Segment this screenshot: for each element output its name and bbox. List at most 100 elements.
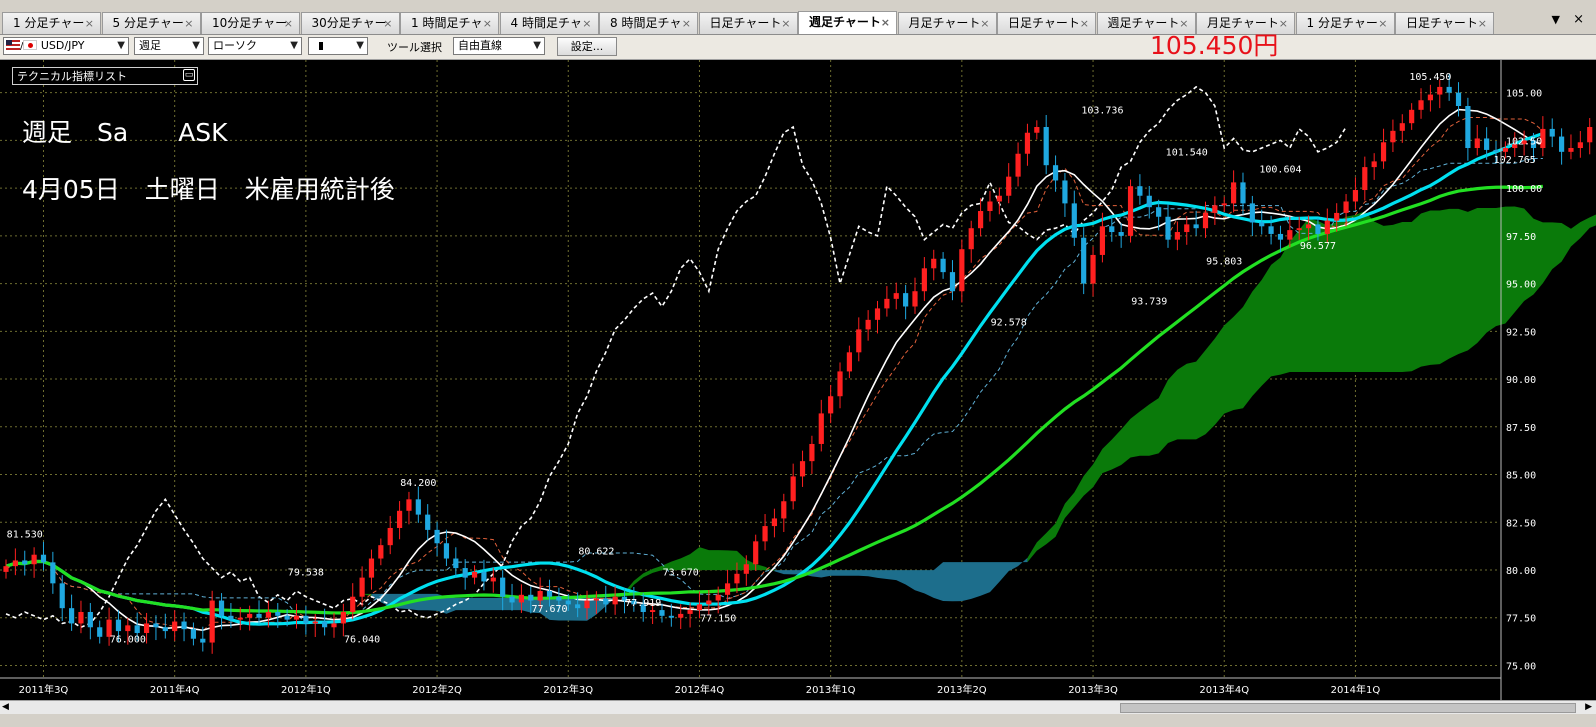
- candle-body: [1305, 224, 1312, 229]
- candle-body: [125, 625, 131, 632]
- candle-body: [1090, 254, 1096, 284]
- y-tick-label: 92.50: [1506, 327, 1536, 338]
- candle-body: [856, 329, 862, 353]
- candle-body: [1484, 138, 1490, 150]
- candle-body: [1493, 149, 1499, 152]
- price-label: 84.200: [400, 478, 436, 489]
- candle-type-select[interactable]: ▼: [308, 37, 368, 55]
- settings-button[interactable]: 設定...: [557, 37, 617, 56]
- candle-body: [1240, 182, 1246, 204]
- candle-body: [1071, 203, 1077, 238]
- tab-3[interactable]: 30分足チャー ×: [300, 12, 400, 34]
- candle-body: [668, 615, 674, 618]
- candle-body: [546, 590, 553, 597]
- close-icon[interactable]: ×: [980, 13, 989, 34]
- candle-body: [828, 396, 834, 414]
- candle-body: [846, 352, 852, 372]
- price-label: 101.540: [1166, 147, 1208, 158]
- tab-7[interactable]: 日足チャート ×: [698, 12, 798, 34]
- candle-body: [1259, 222, 1265, 227]
- tab-label: 日足チャート: [1008, 16, 1080, 30]
- window-close-icon[interactable]: ×: [1573, 12, 1584, 27]
- candle-body: [1437, 86, 1443, 95]
- collapse-icon[interactable]: ▭: [183, 69, 195, 81]
- tab-10[interactable]: 日足チャート ×: [997, 12, 1096, 34]
- candle-body: [528, 594, 534, 601]
- y-tick-label: 97.50: [1506, 232, 1536, 243]
- tab-14[interactable]: 日足チャート ×: [1395, 12, 1494, 34]
- candle-body: [1165, 216, 1171, 240]
- status-strip: [0, 714, 1596, 727]
- symbol-select[interactable]: / USD/JPY ▼: [3, 37, 129, 55]
- candle-body: [968, 228, 974, 250]
- candle-body: [59, 583, 65, 609]
- chart-style-select[interactable]: ローソク ▼: [208, 37, 302, 55]
- candle-body: [724, 583, 731, 595]
- close-icon[interactable]: ×: [184, 13, 193, 34]
- tab-1[interactable]: 5 分足チャー ×: [101, 12, 201, 34]
- candle-body: [509, 596, 515, 603]
- scrollbar-thumb[interactable]: [1120, 703, 1576, 713]
- price-label: 79.538: [288, 568, 324, 579]
- close-icon[interactable]: ×: [1378, 13, 1387, 34]
- candle-body: [1324, 220, 1330, 234]
- tab-13[interactable]: 1 分足チャー ×: [1295, 12, 1395, 34]
- candle-body: [415, 499, 421, 515]
- close-icon[interactable]: ×: [682, 13, 691, 34]
- close-icon[interactable]: ×: [781, 13, 790, 34]
- tab-6[interactable]: 8 時間足チャ ×: [599, 12, 698, 34]
- candle-body: [247, 613, 253, 618]
- period-select[interactable]: 週足 ▼: [134, 37, 204, 55]
- tab-label: 4 時間足チャ: [510, 16, 582, 30]
- close-icon[interactable]: ×: [1080, 13, 1089, 34]
- jp-flag-icon: [23, 40, 38, 50]
- tab-2[interactable]: 10分足チャー ×: [201, 12, 300, 34]
- tab-4[interactable]: 1 時間足チャ ×: [400, 12, 499, 34]
- candle-body: [312, 621, 318, 624]
- chart-area[interactable]: 81.530 76.000 79.538 84.200 76.040 77.670 80.6…: [0, 60, 1596, 700]
- price-label: 77.150: [700, 613, 736, 624]
- tab-5[interactable]: 4 時間足チャ ×: [499, 12, 599, 34]
- candle-body: [265, 611, 271, 618]
- tab-label: 5 分足チャー: [112, 16, 184, 30]
- price-label: 95.803: [1206, 256, 1242, 267]
- candle-body: [659, 610, 665, 616]
- candle-body: [996, 195, 1002, 202]
- close-icon[interactable]: ×: [1478, 13, 1487, 34]
- close-icon[interactable]: ×: [284, 13, 293, 34]
- candle-body: [1146, 195, 1152, 208]
- candle-body: [771, 518, 778, 527]
- close-icon[interactable]: ×: [582, 13, 591, 34]
- candle-body: [481, 571, 487, 582]
- horizontal-scrollbar[interactable]: ◀ ▶: [0, 700, 1596, 715]
- y-tick-label: 102.50: [1506, 136, 1542, 147]
- tab-9[interactable]: 月足チャート ×: [897, 12, 997, 34]
- candle-body: [687, 610, 693, 614]
- tab-8[interactable]: 週足チャート ×: [798, 11, 897, 34]
- candle-body: [453, 558, 459, 569]
- tab-0[interactable]: 1 分足チャー ×: [2, 12, 101, 34]
- candle-body: [1587, 127, 1593, 143]
- close-icon[interactable]: ×: [383, 13, 392, 34]
- price-chart[interactable]: 81.530 76.000 79.538 84.200 76.040 77.670 80.6…: [0, 60, 1596, 700]
- candle-body: [931, 258, 937, 269]
- candle-body: [1371, 161, 1377, 168]
- candle-body: [406, 499, 412, 511]
- y-tick-label: 82.50: [1506, 518, 1536, 529]
- tab-menu-icon[interactable]: ▼: [1552, 13, 1560, 26]
- candle-body: [1212, 205, 1218, 213]
- y-tick-label: 100.00: [1506, 184, 1542, 195]
- scroll-left-icon[interactable]: ◀: [2, 702, 9, 712]
- scroll-right-icon[interactable]: ▶: [1585, 702, 1592, 712]
- x-tick-label: 2013年1Q: [806, 683, 856, 696]
- indicator-list-button[interactable]: テクニカル指標リスト ▭: [12, 67, 198, 85]
- candlestick-icon: [319, 42, 323, 50]
- candle-body: [1296, 228, 1302, 231]
- tab-label: 日足チャート: [709, 16, 782, 30]
- candle-body: [1156, 207, 1162, 217]
- close-icon[interactable]: ×: [483, 13, 492, 34]
- close-icon[interactable]: ×: [1279, 13, 1288, 34]
- close-icon[interactable]: ×: [85, 13, 94, 34]
- close-icon[interactable]: ×: [881, 12, 890, 33]
- tool-select[interactable]: 自由直線 ▼: [453, 37, 545, 55]
